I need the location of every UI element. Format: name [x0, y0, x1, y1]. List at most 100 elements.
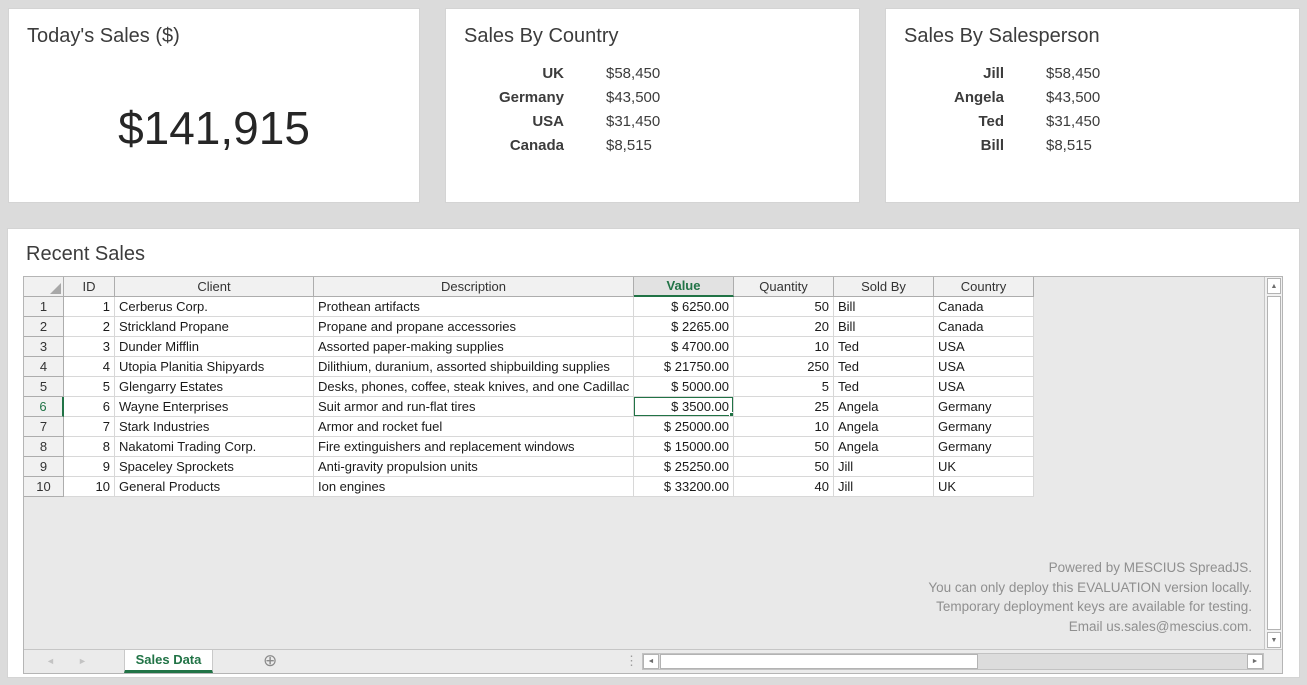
cell-client[interactable]: Dunder Mifflin — [115, 337, 314, 357]
cell-sold_by[interactable]: Angela — [834, 397, 934, 417]
cell-description[interactable]: Desks, phones, coffee, steak knives, and… — [314, 377, 634, 397]
cell-value[interactable]: $ 3500.00 — [634, 397, 734, 417]
scroll-down-button[interactable]: ▼ — [1267, 632, 1281, 648]
row-header[interactable]: 10 — [24, 477, 64, 497]
cell-value[interactable]: $ 4700.00 — [634, 337, 734, 357]
cell-description[interactable]: Prothean artifacts — [314, 297, 634, 317]
vertical-scrollbar[interactable]: ▲ ▼ — [1264, 277, 1282, 649]
cell-sold_by[interactable]: Ted — [834, 357, 934, 377]
row-header[interactable]: 3 — [24, 337, 64, 357]
cell-client[interactable]: Strickland Propane — [115, 317, 314, 337]
cell-description[interactable]: Assorted paper-making supplies — [314, 337, 634, 357]
cell-client[interactable]: Glengarry Estates — [115, 377, 314, 397]
column-header-value[interactable]: Value — [634, 277, 734, 297]
cell-quantity[interactable]: 250 — [734, 357, 834, 377]
cell-description[interactable]: Dilithium, duranium, assorted shipbuildi… — [314, 357, 634, 377]
cell-sold_by[interactable]: Angela — [834, 437, 934, 457]
cell-country[interactable]: USA — [934, 377, 1034, 397]
cell-client[interactable]: Wayne Enterprises — [115, 397, 314, 417]
cell-country[interactable]: Canada — [934, 317, 1034, 337]
column-header-country[interactable]: Country — [934, 277, 1034, 297]
cell-id[interactable]: 3 — [64, 337, 115, 357]
cell-client[interactable]: General Products — [115, 477, 314, 497]
cell-value[interactable]: $ 2265.00 — [634, 317, 734, 337]
cell-country[interactable]: UK — [934, 457, 1034, 477]
cell-value[interactable]: $ 25000.00 — [634, 417, 734, 437]
cell-id[interactable]: 9 — [64, 457, 115, 477]
cell-country[interactable]: UK — [934, 477, 1034, 497]
cell-quantity[interactable]: 25 — [734, 397, 834, 417]
cell-id[interactable]: 7 — [64, 417, 115, 437]
cell-client[interactable]: Utopia Planitia Shipyards — [115, 357, 314, 377]
cell-sold_by[interactable]: Bill — [834, 297, 934, 317]
tabstrip-resize-handle[interactable]: ⋮ — [625, 650, 638, 673]
cell-client[interactable]: Nakatomi Trading Corp. — [115, 437, 314, 457]
cell-description[interactable]: Suit armor and run-flat tires — [314, 397, 634, 417]
row-header[interactable]: 9 — [24, 457, 64, 477]
column-header-id[interactable]: ID — [64, 277, 115, 297]
cell-quantity[interactable]: 50 — [734, 297, 834, 317]
cell-country[interactable]: Germany — [934, 397, 1034, 417]
cell-quantity[interactable]: 50 — [734, 437, 834, 457]
scroll-right-button[interactable]: ► — [1247, 654, 1263, 669]
cell-quantity[interactable]: 10 — [734, 417, 834, 437]
column-header-client[interactable]: Client — [115, 277, 314, 297]
cell-value[interactable]: $ 25250.00 — [634, 457, 734, 477]
cell-description[interactable]: Propane and propane accessories — [314, 317, 634, 337]
column-header-sold_by[interactable]: Sold By — [834, 277, 934, 297]
cell-quantity[interactable]: 40 — [734, 477, 834, 497]
row-header[interactable]: 7 — [24, 417, 64, 437]
cell-id[interactable]: 5 — [64, 377, 115, 397]
cell-sold_by[interactable]: Jill — [834, 457, 934, 477]
next-sheet-button[interactable]: ► — [78, 650, 87, 673]
cell-value[interactable]: $ 5000.00 — [634, 377, 734, 397]
cell-sold_by[interactable]: Bill — [834, 317, 934, 337]
cell-description[interactable]: Anti-gravity propulsion units — [314, 457, 634, 477]
vertical-scroll-thumb[interactable] — [1267, 296, 1281, 630]
cell-value[interactable]: $ 33200.00 — [634, 477, 734, 497]
cell-country[interactable]: USA — [934, 357, 1034, 377]
scroll-up-button[interactable]: ▲ — [1267, 278, 1281, 294]
cell-id[interactable]: 10 — [64, 477, 115, 497]
row-header[interactable]: 4 — [24, 357, 64, 377]
cell-country[interactable]: Germany — [934, 437, 1034, 457]
cell-quantity[interactable]: 10 — [734, 337, 834, 357]
cell-description[interactable]: Armor and rocket fuel — [314, 417, 634, 437]
add-sheet-button[interactable]: ⊕ — [263, 650, 277, 673]
row-header[interactable]: 6 — [24, 397, 64, 417]
cell-country[interactable]: Germany — [934, 417, 1034, 437]
cell-client[interactable]: Spaceley Sprockets — [115, 457, 314, 477]
column-header-description[interactable]: Description — [314, 277, 634, 297]
select-all-corner[interactable] — [24, 277, 64, 297]
cell-description[interactable]: Ion engines — [314, 477, 634, 497]
cell-sold_by[interactable]: Jill — [834, 477, 934, 497]
cell-id[interactable]: 6 — [64, 397, 115, 417]
tab-sales-data[interactable]: Sales Data — [124, 650, 213, 673]
scroll-left-button[interactable]: ◄ — [643, 654, 659, 669]
row-header[interactable]: 2 — [24, 317, 64, 337]
cell-client[interactable]: Cerberus Corp. — [115, 297, 314, 317]
row-header[interactable]: 5 — [24, 377, 64, 397]
cell-sold_by[interactable]: Ted — [834, 377, 934, 397]
cell-id[interactable]: 8 — [64, 437, 115, 457]
horizontal-scroll-thumb[interactable] — [660, 654, 978, 669]
cell-client[interactable]: Stark Industries — [115, 417, 314, 437]
cell-id[interactable]: 2 — [64, 317, 115, 337]
cell-description[interactable]: Fire extinguishers and replacement windo… — [314, 437, 634, 457]
cell-value[interactable]: $ 6250.00 — [634, 297, 734, 317]
cell-value[interactable]: $ 15000.00 — [634, 437, 734, 457]
horizontal-scrollbar[interactable]: ◄ ► — [642, 653, 1264, 670]
column-header-quantity[interactable]: Quantity — [734, 277, 834, 297]
cell-quantity[interactable]: 20 — [734, 317, 834, 337]
cell-value[interactable]: $ 21750.00 — [634, 357, 734, 377]
cell-sold_by[interactable]: Ted — [834, 337, 934, 357]
cell-id[interactable]: 4 — [64, 357, 115, 377]
cell-quantity[interactable]: 50 — [734, 457, 834, 477]
row-header[interactable]: 8 — [24, 437, 64, 457]
prev-sheet-button[interactable]: ◄ — [46, 650, 55, 673]
cell-country[interactable]: Canada — [934, 297, 1034, 317]
cell-sold_by[interactable]: Angela — [834, 417, 934, 437]
cell-quantity[interactable]: 5 — [734, 377, 834, 397]
cell-country[interactable]: USA — [934, 337, 1034, 357]
cell-id[interactable]: 1 — [64, 297, 115, 317]
